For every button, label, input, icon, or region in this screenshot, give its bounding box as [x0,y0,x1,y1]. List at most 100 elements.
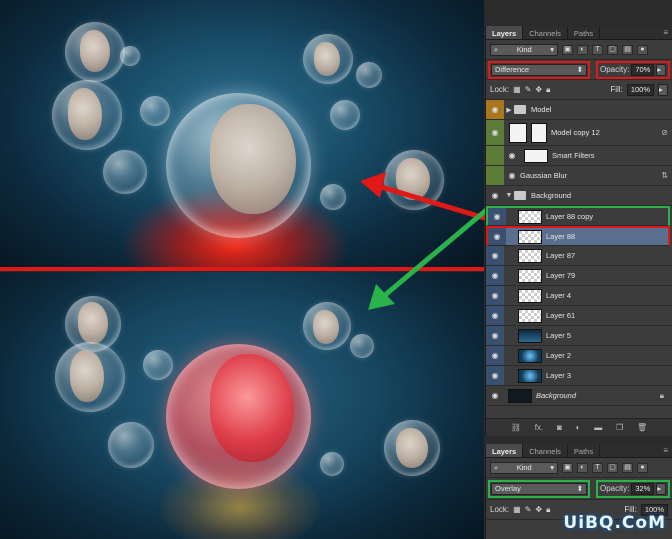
panel-menu-icon[interactable]: ≡ [659,444,672,457]
visibility-eye-icon[interactable]: ◉ [488,208,506,225]
filter-toggle-icon[interactable]: ● [637,44,648,55]
type-filter-icon[interactable]: T [592,462,603,473]
layer-thumbnail [518,209,542,224]
filter-toggle-icon[interactable]: ● [637,462,648,473]
chevron-right-icon[interactable]: ▶ [504,106,514,114]
layer-name: Layer 3 [546,371,572,380]
layer-group-background[interactable]: ◉ ▼ Background [486,186,672,206]
layer-3[interactable]: ◉ Layer 3 [486,366,672,386]
layer-87[interactable]: ◉ Layer 87 [486,246,672,266]
watermark-logo: UiBQ.CoM [563,513,666,533]
filter-kind-select[interactable]: ⌕ Kind ▾ [490,461,558,474]
tab-channels[interactable]: Channels [523,26,568,39]
tab-paths[interactable]: Paths [568,26,601,39]
tab-channels[interactable]: Channels [523,444,568,457]
pixel-filter-icon[interactable]: ▣ [562,462,573,473]
opacity-input[interactable]: 32% [631,482,655,495]
lock-position-icon[interactable]: ✥ [535,85,542,94]
link-icon[interactable]: ⛓ [511,423,521,432]
lock-transparency-icon[interactable]: ▦ [513,505,521,514]
visibility-eye-icon[interactable]: ◉ [504,171,520,180]
tab-paths[interactable]: Paths [568,444,601,457]
layer-61[interactable]: ◉ Layer 61 [486,306,672,326]
panel-tabs: Layers Channels Paths ≡ [486,444,672,458]
lock-paint-icon[interactable]: ✎ [525,85,532,94]
layer-2[interactable]: ◉ Layer 2 [486,346,672,366]
figure-main-red [210,354,294,462]
layer-4[interactable]: ◉ Layer 4 [486,286,672,306]
lock-all-icon[interactable]: 🔒︎ [546,505,550,515]
layer-smart-object[interactable]: ◉ Model copy 12 ⊘ [486,120,672,146]
figure-main [210,104,296,214]
visibility-eye-icon[interactable]: ◉ [486,120,504,145]
adjustment-icon[interactable]: ◐ [576,423,581,432]
fill-input[interactable]: 100% [626,83,654,96]
visibility-eye-icon[interactable]: ◉ [488,228,506,245]
visibility-eye-icon [486,166,504,185]
filter-options-icon[interactable]: ⇅ [661,171,668,180]
layer-name: Layer 79 [546,271,576,280]
layer-name: Background [536,391,577,400]
new-layer-icon[interactable]: ❐ [616,423,623,432]
visibility-eye-icon[interactable]: ◉ [486,306,504,325]
layer-gaussian-blur[interactable]: ◉ Gaussian Blur ⇅ [486,166,672,186]
visibility-eye-icon[interactable]: ◉ [486,326,504,345]
panel-menu-icon[interactable]: ≡ [659,26,672,39]
trash-icon[interactable]: 🗑︎ [637,423,647,432]
chevron-down-icon[interactable]: ▼ [504,192,514,199]
visibility-eye-icon[interactable]: ◉ [486,246,504,265]
blend-mode-select[interactable]: Difference ⬍ [491,63,587,76]
layer-background[interactable]: ◉ Background 🔒︎ [486,386,672,406]
layer-name: Model [531,105,552,114]
figure-small [78,302,108,344]
lock-paint-icon[interactable]: ✎ [525,505,532,514]
opacity-highlight: Opacity: 32% ▸ [596,479,671,498]
tab-layers[interactable]: Layers [486,444,524,457]
pixel-filter-icon[interactable]: ▣ [562,44,573,55]
lock-all-icon[interactable]: 🔒︎ [546,85,550,95]
layer-name: Model copy 12 [551,128,600,137]
layer-name: Layer 61 [546,311,576,320]
layer-79[interactable]: ◉ Layer 79 [486,266,672,286]
visibility-eye-icon[interactable]: ◉ [486,100,504,119]
bubble-small [120,46,140,66]
lock-position-icon[interactable]: ✥ [535,505,542,514]
layer-88[interactable]: ◉ Layer 88 [486,226,670,246]
layer-group-model[interactable]: ◉ ▶ Model [486,100,672,120]
mask-icon[interactable]: ◙ [557,423,562,432]
layer-5[interactable]: ◉ Layer 5 [486,326,672,346]
opacity-slider-toggle[interactable]: ▸ [656,63,667,76]
smart-filter-icon[interactable]: ▤ [622,44,633,55]
layer-smart-filters[interactable]: ◉ Smart Filters [486,146,672,166]
visibility-eye-icon[interactable]: ◉ [486,366,504,385]
blend-mode-select[interactable]: Overlay ⬍ [491,482,587,495]
bubble-small [108,422,154,468]
blend-mode-highlight: Overlay ⬍ [488,479,590,498]
layer-thumbnail [509,122,527,143]
visibility-eye-icon[interactable]: ◉ [486,266,504,285]
smart-filter-icon[interactable]: ▤ [622,462,633,473]
fx-icon[interactable]: fx. [535,423,543,432]
visibility-eye-icon[interactable]: ◉ [486,386,504,405]
visibility-eye-icon[interactable]: ◉ [504,151,520,160]
opacity-slider-toggle[interactable]: ▸ [656,482,667,495]
shape-filter-icon[interactable]: ▢ [607,462,618,473]
adjustment-filter-icon[interactable]: ◐ [577,44,588,55]
bubble-small [356,62,382,88]
tab-layers[interactable]: Layers [486,26,524,39]
bubble-small [103,150,147,194]
layer-88-copy[interactable]: ◉ Layer 88 copy [486,206,670,226]
shape-filter-icon[interactable]: ▢ [607,44,618,55]
opacity-input[interactable]: 70% [631,63,655,76]
visibility-eye-icon[interactable]: ◉ [486,286,504,305]
fill-slider-toggle[interactable]: ▸ [658,83,668,96]
folder-icon[interactable]: ▬ [594,423,602,432]
filter-kind-select[interactable]: ⌕ Kind ▾ [490,43,558,56]
lock-transparency-icon[interactable]: ▦ [513,85,521,94]
layer-name: Layer 88 [546,232,576,241]
visibility-eye-icon[interactable]: ◉ [486,186,504,205]
adjustment-filter-icon[interactable]: ◐ [577,462,588,473]
visibility-eye-icon[interactable]: ◉ [486,346,504,365]
type-filter-icon[interactable]: T [592,44,603,55]
search-icon: ⌕ [494,44,499,54]
